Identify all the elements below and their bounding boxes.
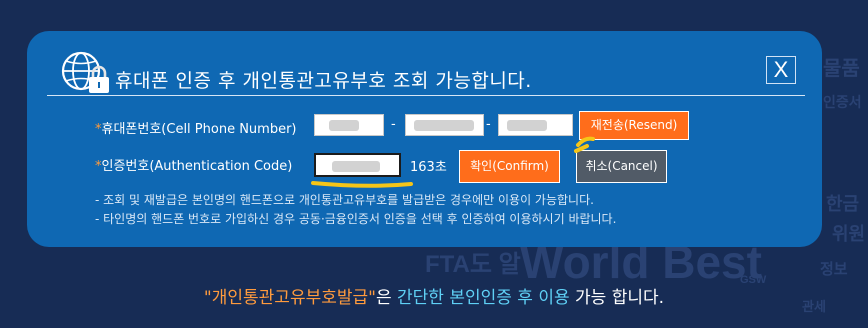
globe-lock-icon xyxy=(61,51,109,93)
highlight-annotation xyxy=(311,136,595,188)
background-text: 정보 xyxy=(820,261,848,278)
phone-number-label-text: 휴대폰번호(Cell Phone Number) xyxy=(101,122,297,137)
auth-code-label: *인증번호(Authentication Code) xyxy=(95,155,292,174)
background-text: FTA도 알 xyxy=(425,251,521,278)
dialog-header: 휴대폰 인증 후 개인통관고유부호 조회 가능합니다. xyxy=(57,51,807,93)
background-text: 위원 xyxy=(832,224,866,244)
background-text: 인증서 xyxy=(823,94,862,110)
close-icon: X xyxy=(773,57,789,82)
background-text: 물품 xyxy=(823,58,860,80)
phone-number-label: *휴대폰번호(Cell Phone Number) xyxy=(95,118,297,137)
close-button[interactable]: X xyxy=(766,56,796,84)
footer-highlight: "개인통관고유부호발급" xyxy=(203,288,376,308)
note-line: - 조회 및 재발급은 본인명의 핸드폰으로 개인통관고유부호를 발급받은 경우… xyxy=(95,193,594,207)
footer-text: 은 xyxy=(375,288,398,308)
dialog-title: 휴대폰 인증 후 개인통관고유부호 조회 가능합니다. xyxy=(115,70,532,92)
background-text: 한금 xyxy=(826,194,860,214)
header-divider xyxy=(47,95,805,96)
footer-message: "개인통관고유부호발급"은 간단한 본인인증 후 이용 가능 합니다. xyxy=(0,283,868,308)
phone-separator: - xyxy=(391,117,396,132)
auth-dialog: 휴대폰 인증 후 개인통관고유부호 조회 가능합니다. X *휴대폰번호(Cel… xyxy=(27,31,822,247)
note-line: - 타인명의 핸드폰 번호로 가입하신 경우 공동·금융인증서 인증을 선택 후… xyxy=(95,212,617,226)
phone-separator: - xyxy=(486,117,491,132)
footer-highlight: 간단한 본인인증 후 이용 xyxy=(397,288,570,308)
auth-code-label-text: 인증번호(Authentication Code) xyxy=(101,159,293,174)
footer-text: 가능 합니다. xyxy=(569,288,665,308)
